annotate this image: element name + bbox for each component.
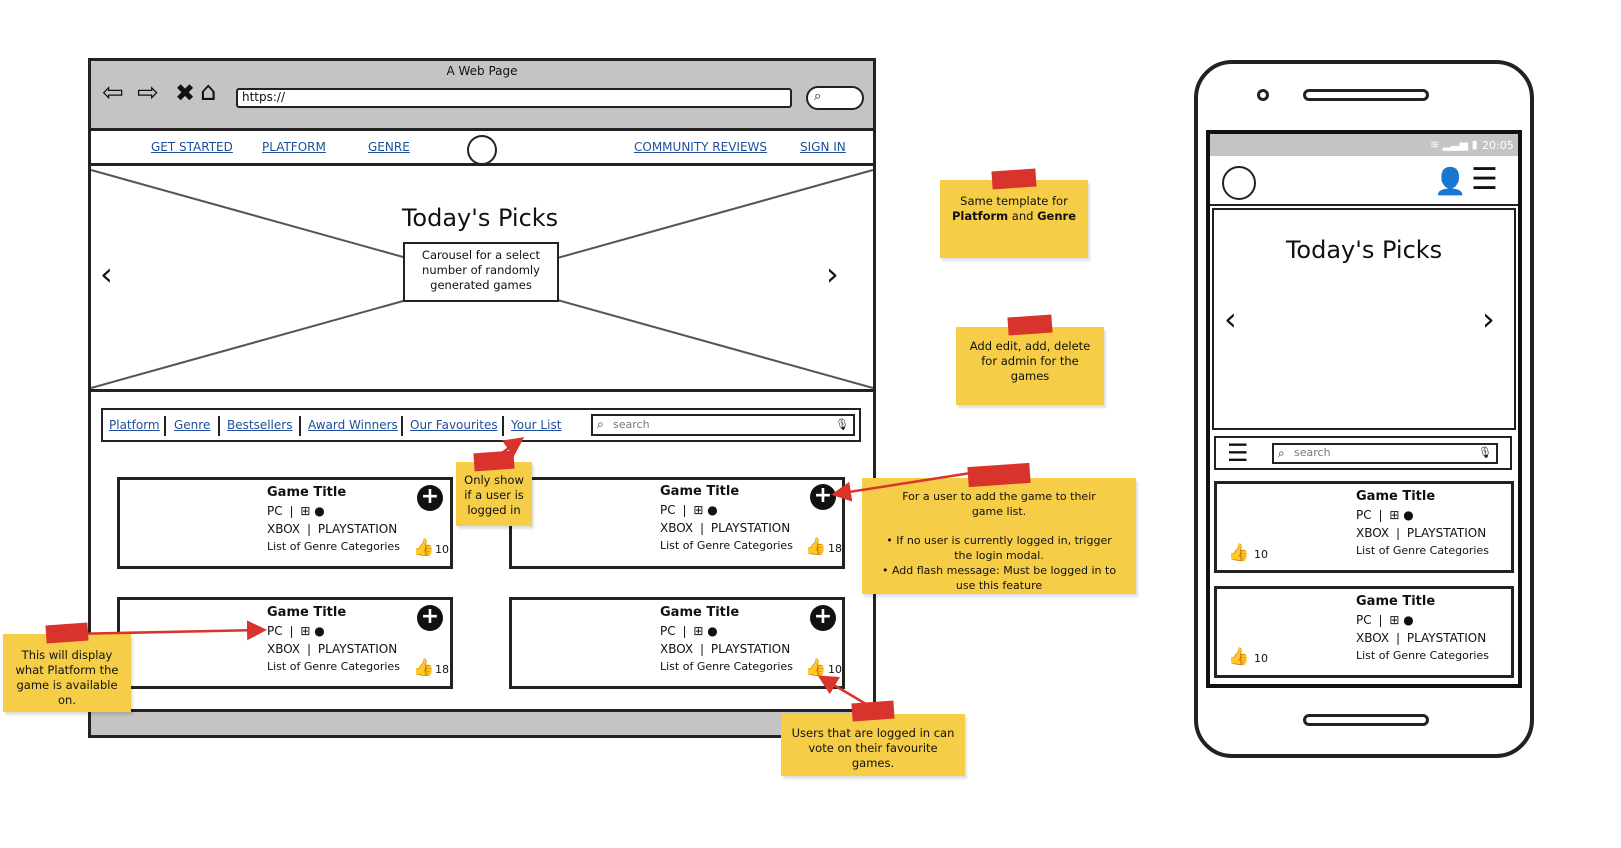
phone-speaker <box>1303 89 1429 101</box>
user-icon[interactable]: 👤 <box>1434 168 1466 196</box>
phone-time: 20:05 <box>1482 139 1514 152</box>
phone-home-bar <box>1303 714 1429 726</box>
hamburger-menu-icon[interactable]: ☰ <box>1471 164 1498 196</box>
genre-list: List of Genre Categories <box>1356 544 1489 557</box>
genre-list: List of Genre Categories <box>1356 649 1489 662</box>
platform-playstation: PLAYSTATION <box>1406 631 1487 645</box>
vote-count: 10 <box>1254 548 1268 561</box>
mobile-carousel-next-icon[interactable]: › <box>1482 300 1495 338</box>
platform-pc: PC <box>1356 613 1372 627</box>
vote-count: 10 <box>1254 652 1268 665</box>
platform-xbox: XBOX <box>1356 526 1390 540</box>
mobile-search-placeholder: search <box>1294 446 1331 459</box>
platform-xbox: XBOX <box>1356 631 1390 645</box>
platform-playstation: PLAYSTATION <box>1406 526 1487 540</box>
thumbs-up-icon[interactable]: 👍 <box>1228 543 1249 563</box>
platform-pc: PC <box>1356 508 1372 522</box>
mobile-card-info: Game Title PC ❘ ⊞ ● XBOX ❘ PLAYSTATION L… <box>1356 593 1506 665</box>
windows-icon: ⊞ <box>1389 613 1400 627</box>
phone-camera <box>1257 89 1269 101</box>
thumbs-up-icon[interactable]: 👍 <box>1228 647 1249 667</box>
game-title: Game Title <box>1356 489 1436 504</box>
mobile-hero-title: Today's Picks <box>1262 236 1466 264</box>
mobile-microphone-icon: 🎙 <box>1478 446 1492 459</box>
windows-icon: ⊞ <box>1389 508 1400 522</box>
apple-icon: ● <box>1403 508 1414 522</box>
mobile-logo-circle[interactable] <box>1222 166 1256 200</box>
mobile-search-icon: ⌕ <box>1278 446 1285 460</box>
game-title: Game Title <box>1356 594 1436 609</box>
apple-icon: ● <box>1403 613 1414 627</box>
phone-status-icons: ≋ ▂▃▅ ▮ <box>1430 138 1478 151</box>
mobile-menu-icon[interactable]: ☰ <box>1227 440 1249 466</box>
mobile-carousel-prev-icon[interactable]: ‹ <box>1224 300 1237 338</box>
mobile-card-info: Game Title PC ❘ ⊞ ● XBOX ❘ PLAYSTATION L… <box>1356 488 1506 560</box>
mobile-search-input[interactable]: ⌕ search 🎙 <box>1272 443 1498 464</box>
